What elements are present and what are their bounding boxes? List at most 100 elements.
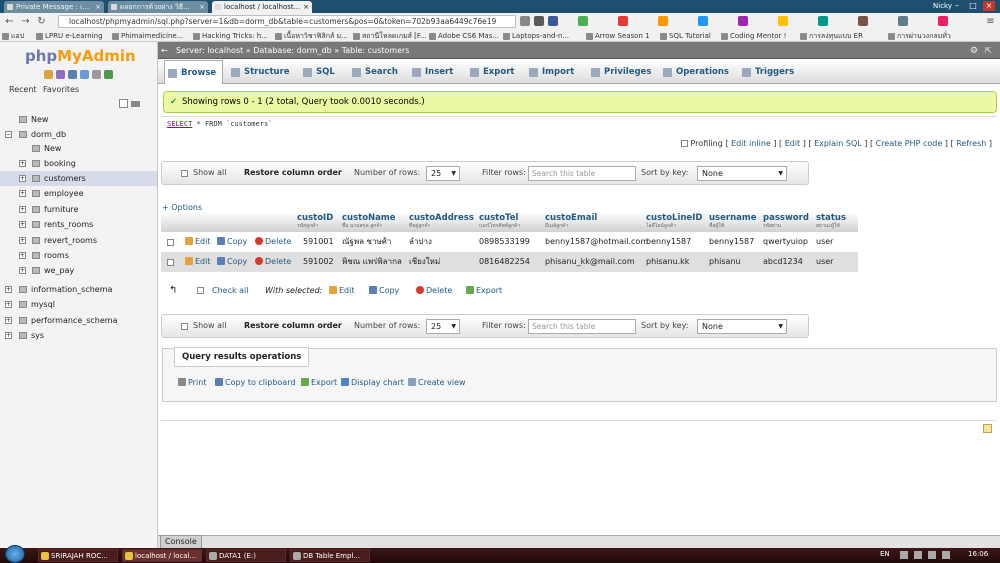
menu-icon[interactable]: ≡	[984, 15, 997, 28]
cell-custoEmail[interactable]: benny1587@hotmail.com	[545, 232, 648, 252]
row-checkbox[interactable]	[167, 259, 174, 266]
rows-select[interactable]: 25 ▼	[426, 166, 460, 181]
row-edit-button[interactable]: Edit	[185, 252, 211, 272]
tree-table-rents_rooms[interactable]: + rents_rooms	[0, 217, 157, 232]
tree-db-dorm_db[interactable]: − dorm_db	[0, 127, 157, 142]
clock[interactable]: 16:06	[968, 550, 988, 558]
collapse-icon[interactable]: −	[5, 131, 12, 138]
cell-custoName[interactable]: ณัฐพล ชาษศ้า	[342, 232, 391, 252]
column-header[interactable]: custoAddress ที่อยู่ลูกค้า	[409, 213, 474, 234]
tree-table-revert_rooms[interactable]: + revert_rooms	[0, 233, 157, 248]
column-header[interactable]: status สถานะผู้ใช้	[816, 213, 846, 234]
edit-link[interactable]: Edit	[785, 139, 801, 148]
expand-icon[interactable]: +	[19, 252, 26, 259]
tab-export[interactable]: Export	[467, 60, 520, 84]
minimize-icon[interactable]: –	[951, 1, 963, 11]
maximize-panel-icon[interactable]: ⇱	[985, 46, 992, 55]
tree-table-customers[interactable]: + customers	[0, 171, 157, 186]
cell-custoID[interactable]: 591001	[303, 232, 334, 252]
sort-select[interactable]: None ▼	[697, 166, 787, 181]
row-checkbox[interactable]	[167, 239, 174, 246]
console-toggle[interactable]: Console	[160, 535, 202, 549]
input-language[interactable]: EN	[880, 550, 890, 558]
row-edit-button[interactable]: Edit	[185, 232, 211, 252]
extension-icon[interactable]	[778, 16, 788, 26]
browser-tab-active[interactable]: localhost / localhost... ×	[212, 1, 312, 13]
column-header[interactable]: custoTel เบอร์โทรศัพท์ลูกค้า	[479, 213, 520, 234]
back-icon[interactable]: ←	[3, 15, 16, 28]
bookmark-query-icon[interactable]	[983, 424, 992, 433]
link-icon[interactable]	[131, 101, 140, 107]
cell-custoLineID[interactable]: phisanu.kk	[646, 252, 689, 272]
bookmark[interactable]: LPRU e-Learning	[36, 30, 103, 42]
column-header[interactable]: username ชื่อผู้ใช้	[709, 213, 756, 234]
bookmark[interactable]: Laptops-and-n...	[503, 30, 569, 42]
row-delete-button[interactable]: Delete	[255, 232, 291, 252]
show-all-label[interactable]: Show all	[193, 315, 226, 337]
bookmark[interactable]: SQL Tutorial	[660, 30, 711, 42]
extension-icon[interactable]	[818, 16, 828, 26]
cell-status[interactable]: user	[816, 232, 833, 252]
browser-tab[interactable]: ผลยกการด้วยฝาง วิธี... ×	[108, 1, 208, 13]
row-copy-button[interactable]: Copy	[217, 232, 247, 252]
tree-new-database[interactable]: New	[0, 112, 157, 127]
collapse-all-icon[interactable]	[119, 99, 128, 108]
extension-icon[interactable]	[658, 16, 668, 26]
check-all-label[interactable]: Check all	[212, 282, 249, 300]
expand-icon[interactable]: +	[19, 267, 26, 274]
breadcrumb-server[interactable]: Server: localhost	[176, 46, 243, 55]
filter-rows-input[interactable]: Search this table	[528, 166, 636, 181]
volume-icon[interactable]	[942, 551, 950, 559]
expand-icon[interactable]: +	[19, 160, 26, 167]
windows-start-icon[interactable]	[5, 545, 25, 563]
row-copy-button[interactable]: Copy	[217, 252, 247, 272]
sort-select[interactable]: None ▼	[697, 319, 787, 334]
bookmark[interactable]: เนื้อหาวิชาฟิสิกส์ ม...	[275, 30, 348, 42]
display-chart-link[interactable]: Display chart	[341, 378, 404, 387]
expand-icon[interactable]: +	[5, 286, 12, 293]
cell-custoLineID[interactable]: benny1587	[646, 232, 691, 252]
bulk-edit-button[interactable]: Edit	[329, 282, 355, 300]
sql-query-text[interactable]: SELECT * FROM `customers`	[167, 120, 272, 128]
taskbar-item[interactable]: DATA1 (E:)	[206, 549, 286, 562]
docs-icon[interactable]	[80, 70, 89, 79]
filter-rows-input[interactable]: Search this table	[528, 319, 636, 334]
cell-custoID[interactable]: 591002	[303, 252, 334, 272]
tab-operations[interactable]: Operations	[660, 60, 735, 84]
address-bar[interactable]: localhost/phpmyadmin/sql.php?server=1&db…	[58, 15, 516, 28]
cell-custoAddress[interactable]: เชียงใหม่	[409, 252, 440, 272]
tree-table-rooms[interactable]: + rooms	[0, 248, 157, 263]
tree-db-information_schema[interactable]: + information_schema	[0, 282, 157, 297]
cell-custoEmail[interactable]: phisanu_kk@mail.com	[545, 252, 635, 272]
check-all-checkbox[interactable]	[197, 287, 204, 294]
tree-db-sys[interactable]: + sys	[0, 328, 157, 343]
options-toggle[interactable]: + Options	[162, 203, 202, 212]
tab-insert[interactable]: Insert	[409, 60, 459, 84]
cell-password[interactable]: abcd1234	[763, 252, 803, 272]
maximize-icon[interactable]: □	[967, 1, 979, 11]
network-icon[interactable]	[928, 551, 936, 559]
tray-icon[interactable]	[900, 551, 908, 559]
expand-icon[interactable]: +	[19, 175, 26, 182]
export-link[interactable]: Export	[301, 378, 337, 387]
print-link[interactable]: Print	[178, 378, 206, 387]
close-icon[interactable]: ×	[199, 1, 205, 13]
column-header[interactable]: custoLineID ไอดีไลน์ลูกค้า	[646, 213, 702, 234]
cell-custoTel[interactable]: 0898533199	[479, 232, 530, 252]
expand-icon[interactable]: +	[5, 301, 12, 308]
bookmark[interactable]: สถานีโหลดเกมส์ [F...	[353, 30, 427, 42]
close-window-icon[interactable]: ×	[983, 1, 995, 11]
taskbar-item-active[interactable]: localhost / local...	[122, 549, 202, 562]
reload-nav-icon[interactable]	[104, 70, 113, 79]
restore-column-order-button[interactable]: Restore column order	[244, 315, 342, 337]
extension-icon[interactable]	[858, 16, 868, 26]
profile-name[interactable]: Nicky	[933, 1, 952, 12]
tab-privileges[interactable]: Privileges	[588, 60, 657, 84]
bookmark[interactable]: Arrow Season 1	[586, 30, 650, 42]
home-icon[interactable]	[44, 70, 53, 79]
settings-icon[interactable]	[92, 70, 101, 79]
extension-icon[interactable]	[898, 16, 908, 26]
tab-browse[interactable]: Browse	[164, 60, 224, 84]
bookmark[interactable]: Phimaimedicine...	[112, 30, 183, 42]
recent-tab[interactable]: Recent	[9, 85, 37, 94]
